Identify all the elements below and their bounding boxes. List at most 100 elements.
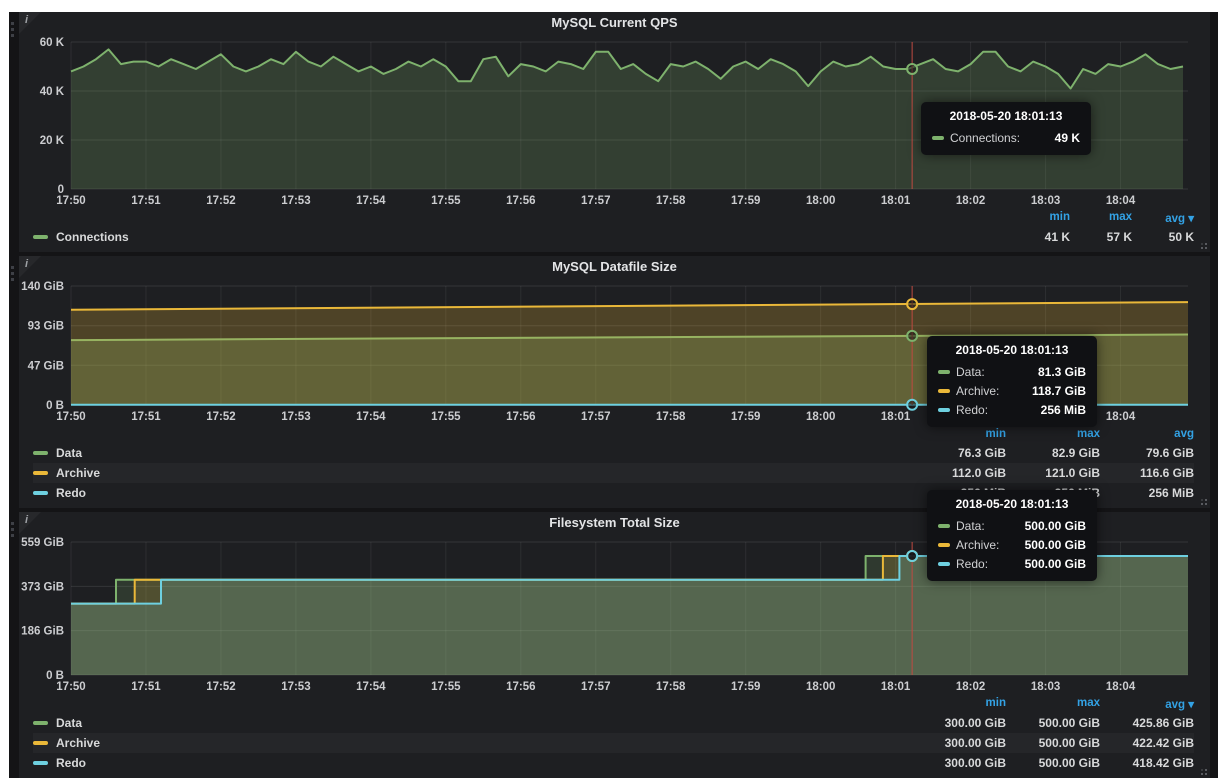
- x-tick-label: 17:53: [281, 411, 310, 423]
- x-tick-label: 18:00: [806, 681, 835, 693]
- x-tick-label: 17:56: [506, 195, 535, 207]
- x-tick-label: 17:54: [356, 411, 386, 423]
- y-tick-label: 559 GiB: [21, 537, 64, 549]
- panel-drag-handle[interactable]: [11, 22, 15, 40]
- legend-row-connections: Connections 41 K 57 K 50 K: [33, 227, 1194, 247]
- x-tick-label: 18:04: [1106, 195, 1136, 207]
- series-fill-archive: [71, 302, 1188, 405]
- legend-series-toggle[interactable]: Data: [33, 446, 82, 460]
- stat-avg: 425.86 GiB: [1100, 716, 1194, 730]
- resize-handle[interactable]: [1197, 765, 1207, 775]
- stat-max: 82.9 GiB: [1006, 446, 1100, 460]
- y-tick-label: 140 GiB: [21, 281, 64, 293]
- stat-avg: 116.6 GiB: [1100, 466, 1194, 480]
- legend: min max avg ▾ Data 300.00 GiB 500.00 GiB…: [19, 695, 1210, 778]
- legend-row-data: Data 300.00 GiB 500.00 GiB 425.86 GiB: [33, 713, 1194, 733]
- x-tick-label: 18:00: [806, 411, 835, 423]
- chart-canvas[interactable]: 17:5017:5117:5217:5317:5417:5517:5617:57…: [19, 34, 1210, 209]
- hover-marker-redo: [907, 551, 917, 561]
- y-tick-label: 47 GiB: [28, 360, 64, 372]
- legend-series-toggle[interactable]: Data: [33, 716, 82, 730]
- x-tick-label: 18:01: [881, 411, 911, 423]
- legend-sort-max[interactable]: max: [1006, 697, 1100, 711]
- panel-drag-handle[interactable]: [11, 266, 15, 284]
- series-color-dash: [33, 721, 48, 725]
- legend-series-name: Archive: [56, 466, 100, 480]
- legend-series-name: Archive: [56, 736, 100, 750]
- x-tick-label: 17:55: [431, 681, 461, 693]
- series-color-dash: [33, 761, 48, 765]
- chart-canvas[interactable]: 17:5017:5117:5217:5317:5417:5517:5617:57…: [19, 278, 1210, 425]
- x-tick-label: 17:57: [581, 411, 610, 423]
- stat-min: 300.00 GiB: [912, 756, 1006, 770]
- x-tick-label: 18:04: [1106, 411, 1136, 423]
- dashboard-row-2: i MySQL Datafile Size 17:5017:5117:5217:…: [9, 256, 1218, 508]
- legend-sort-min[interactable]: min: [1008, 211, 1070, 225]
- x-tick-label: 17:58: [656, 195, 686, 207]
- y-tick-label: 186 GiB: [21, 626, 64, 638]
- x-tick-label: 17:56: [506, 681, 535, 693]
- stat-min: 41 K: [1008, 230, 1070, 244]
- stat-min: 256 MiB: [912, 486, 1006, 500]
- y-tick-label: 0 B: [46, 670, 64, 682]
- stat-min: 300.00 GiB: [912, 716, 1006, 730]
- legend-series-toggle[interactable]: Connections: [33, 230, 129, 244]
- legend-series-toggle[interactable]: Redo: [33, 756, 86, 770]
- legend-sort-max[interactable]: max: [1006, 428, 1100, 440]
- series-color-dash: [33, 471, 48, 475]
- x-tick-label: 17:51: [131, 411, 161, 423]
- legend-sort-max[interactable]: max: [1070, 211, 1132, 225]
- stat-min: 76.3 GiB: [912, 446, 1006, 460]
- x-tick-label: 18:03: [1031, 195, 1060, 207]
- series-fill-redo: [71, 556, 1188, 675]
- resize-handle[interactable]: [1197, 495, 1207, 505]
- x-tick-label: 17:58: [656, 411, 686, 423]
- x-tick-label: 17:59: [731, 411, 760, 423]
- panel-title[interactable]: MySQL Current QPS: [19, 12, 1210, 34]
- series-color-dash: [33, 741, 48, 745]
- series-color-dash: [33, 451, 48, 455]
- legend-sort-avg[interactable]: avg ▾: [1132, 211, 1194, 225]
- panel-title[interactable]: Filesystem Total Size: [19, 512, 1210, 534]
- x-tick-label: 18:03: [1031, 681, 1060, 693]
- x-tick-label: 18:01: [881, 195, 911, 207]
- x-tick-label: 17:54: [356, 195, 386, 207]
- stat-max: 121.0 GiB: [1006, 466, 1100, 480]
- chart-canvas[interactable]: 17:5017:5117:5217:5317:5417:5517:5617:57…: [19, 534, 1210, 695]
- panel-drag-handle[interactable]: [11, 522, 15, 540]
- legend-series-toggle[interactable]: Archive: [33, 736, 100, 750]
- legend-header-row: min max avg: [33, 425, 1194, 443]
- x-tick-label: 18:04: [1106, 681, 1136, 693]
- chart-area-datafile[interactable]: 17:5017:5117:5217:5317:5417:5517:5617:57…: [19, 278, 1210, 425]
- y-tick-label: 373 GiB: [21, 581, 64, 593]
- legend-sort-avg[interactable]: avg: [1100, 428, 1194, 440]
- hover-marker-redo: [907, 400, 917, 410]
- chart-area-filesystem[interactable]: 17:5017:5117:5217:5317:5417:5517:5617:57…: [19, 534, 1210, 695]
- legend-row-archive: Archive 300.00 GiB 500.00 GiB 422.42 GiB: [33, 733, 1194, 753]
- resize-handle[interactable]: [1197, 239, 1207, 249]
- x-tick-label: 17:51: [131, 681, 161, 693]
- chart-area-qps[interactable]: 17:5017:5117:5217:5317:5417:5517:5617:57…: [19, 34, 1210, 209]
- legend-sort-avg[interactable]: avg ▾: [1100, 697, 1194, 711]
- y-tick-label: 40 K: [40, 86, 65, 98]
- info-icon[interactable]: i: [25, 14, 28, 26]
- legend: min max avg ▾ Connections 41 K 57 K 50 K: [19, 209, 1210, 252]
- panel-filesystem-total-size: i Filesystem Total Size 17:5017:5117:521…: [19, 512, 1210, 778]
- panel-title[interactable]: MySQL Datafile Size: [19, 256, 1210, 278]
- x-tick-label: 17:54: [356, 681, 386, 693]
- stat-avg: 50 K: [1132, 230, 1194, 244]
- legend-series-toggle[interactable]: Redo: [33, 486, 86, 500]
- info-icon[interactable]: i: [25, 258, 28, 270]
- legend-series-toggle[interactable]: Archive: [33, 466, 100, 480]
- panel-mysql-current-qps: i MySQL Current QPS 17:5017:5117:5217:53…: [19, 12, 1210, 252]
- x-tick-label: 17:50: [56, 411, 85, 423]
- legend-sort-min[interactable]: min: [912, 697, 1006, 711]
- y-tick-label: 0: [58, 184, 64, 196]
- legend-sort-min[interactable]: min: [912, 428, 1006, 440]
- x-tick-label: 17:57: [581, 195, 610, 207]
- dashboard-row-3: i Filesystem Total Size 17:5017:5117:521…: [9, 512, 1218, 778]
- info-icon[interactable]: i: [25, 514, 28, 526]
- hover-marker-data: [907, 331, 917, 341]
- legend-header-row: min max avg ▾: [33, 695, 1194, 713]
- legend-series-name: Redo: [56, 486, 86, 500]
